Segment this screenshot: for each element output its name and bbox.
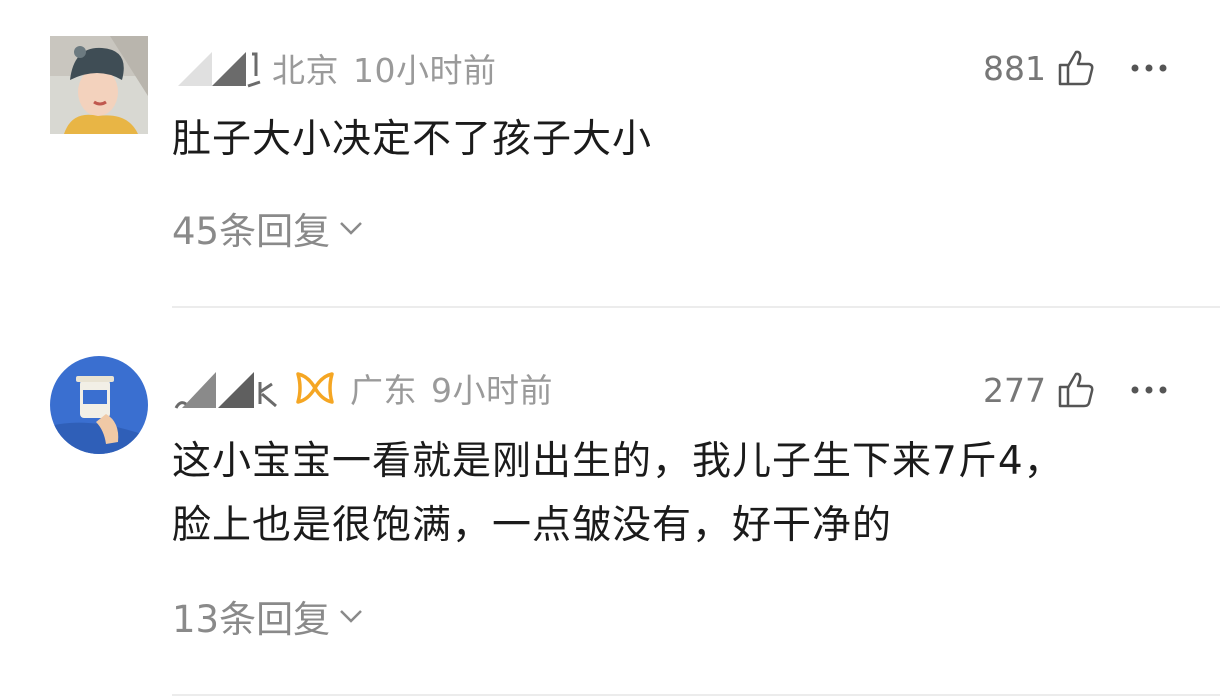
divider: [172, 694, 1220, 696]
comment-item: 北京 10小时前 881 肚子大小决定不了孩子大小 45条回复: [0, 0, 1220, 306]
thumbs-up-icon[interactable]: [1056, 370, 1096, 410]
comment-text-line: 肚子大小决定不了孩子大小: [172, 117, 653, 162]
avatar[interactable]: [50, 36, 148, 134]
location-label: 广东: [350, 371, 417, 410]
location-label: 北京: [272, 51, 339, 90]
chevron-down-icon: [340, 222, 362, 235]
thumbs-up-icon[interactable]: [1056, 48, 1096, 88]
comment-actions: 881: [983, 44, 1168, 92]
comment-header: 北京 10小时前: [172, 44, 497, 92]
comment-text: 肚子大小决定不了孩子大小: [172, 108, 1182, 172]
timestamp: 9小时前: [431, 371, 553, 410]
username-masked[interactable]: [172, 46, 262, 90]
replies-count: 13条回复: [172, 598, 331, 641]
avatar[interactable]: [50, 356, 148, 454]
like-count: 881: [983, 48, 1046, 88]
timestamp: 10小时前: [353, 51, 497, 90]
replies-toggle[interactable]: 45条回复: [172, 200, 364, 256]
username-masked[interactable]: [172, 364, 284, 412]
more-options-icon[interactable]: [1130, 385, 1168, 395]
comment-header: 广东 9小时前: [172, 364, 553, 412]
comment-text: 这小宝宝一看就是刚出生的，我儿子生下来7斤4， 脸上也是很饱满，一点皱没有，好干…: [172, 430, 1182, 558]
comment-text-line: 这小宝宝一看就是刚出生的，我儿子生下来7斤4，: [172, 439, 1064, 484]
replies-count: 45条回复: [172, 210, 331, 253]
like-count: 277: [983, 370, 1046, 410]
replies-toggle[interactable]: 13条回复: [172, 588, 364, 644]
comment-text-line: 脸上也是很饱满，一点皱没有，好干净的: [172, 503, 893, 548]
comment-item: 广东 9小时前 277 这小宝宝一看就是刚出生的，我儿子生下来7斤4， 脸上也是…: [0, 308, 1220, 698]
chevron-down-icon: [340, 610, 362, 623]
orange-badge-icon: [296, 372, 334, 404]
comment-actions: 277: [983, 366, 1168, 414]
more-options-icon[interactable]: [1130, 63, 1168, 73]
